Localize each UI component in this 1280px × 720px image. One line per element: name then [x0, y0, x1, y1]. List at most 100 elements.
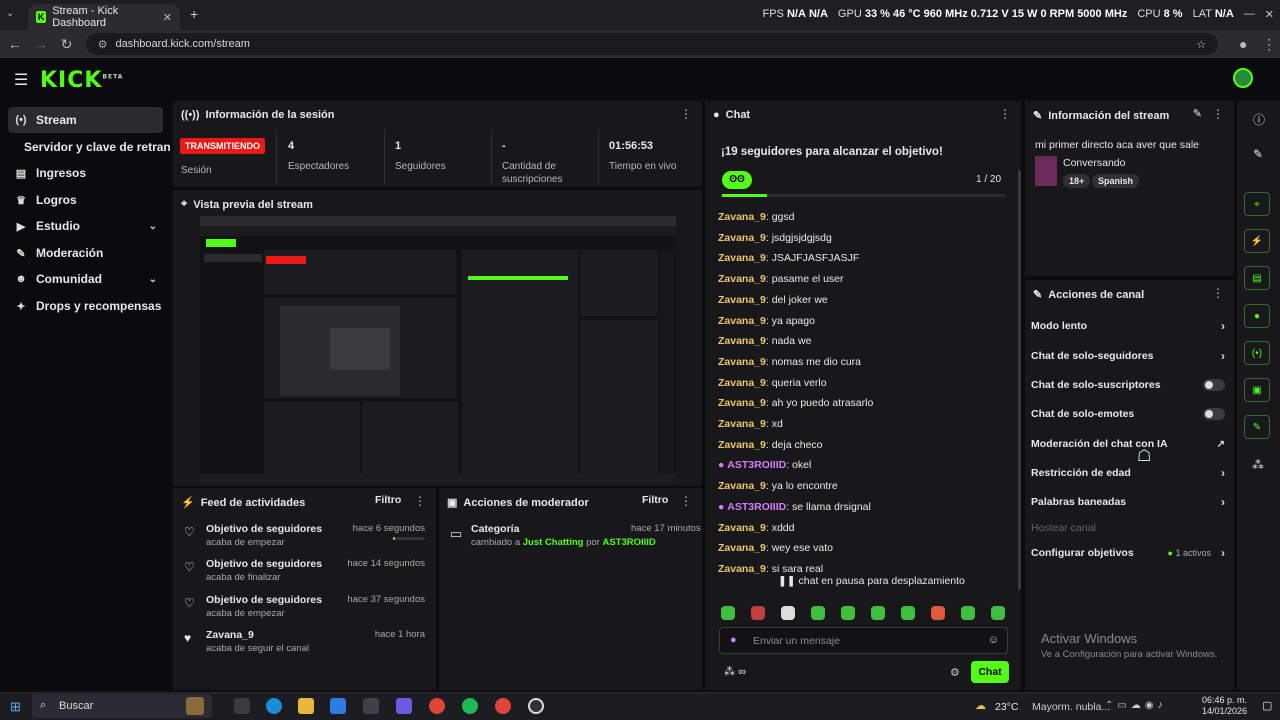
chat-username[interactable]: Zavana_9: [718, 439, 766, 451]
chat-settings-gear-icon[interactable]: ⚙: [950, 666, 960, 679]
chat-username[interactable]: Zavana_9: [718, 294, 766, 306]
url-field[interactable]: ⚙ dashboard.kick.com/stream ☆: [85, 33, 1219, 55]
app-icon[interactable]: [396, 698, 412, 714]
action-banned-words[interactable]: Palabras baneadas ›: [1031, 491, 1227, 513]
rail-layout-icon[interactable]: ▣: [1244, 378, 1270, 402]
rail-chat-icon[interactable]: ●: [1244, 304, 1270, 328]
sidebar-item-estudio[interactable]: ▶ Estudio ⌄: [8, 213, 163, 239]
store-icon[interactable]: [363, 698, 379, 714]
spotify-icon[interactable]: [462, 698, 478, 714]
emotes-only-toggle[interactable]: [1203, 408, 1225, 420]
sidebar-item-stream[interactable]: (•) Stream: [8, 107, 163, 133]
taskbar-clock[interactable]: 06:46 p. m. 14/01/2026: [1202, 695, 1247, 717]
browser-menu-icon[interactable]: ⋮: [1258, 33, 1280, 55]
chat-username[interactable]: Zavana_9: [718, 211, 766, 223]
rail-document-icon[interactable]: ▤: [1244, 266, 1270, 290]
rail-broadcast-icon[interactable]: (•): [1244, 341, 1270, 365]
edit-pencil-icon[interactable]: ✎: [1193, 107, 1202, 120]
chat-username[interactable]: Zavana_9: [718, 252, 766, 264]
site-info-icon[interactable]: ⚙: [98, 38, 108, 51]
emote-icon[interactable]: [781, 606, 795, 620]
chat-username[interactable]: Zavana_9: [718, 418, 766, 430]
more-options-icon[interactable]: ⋮: [1212, 286, 1224, 300]
more-options-icon[interactable]: ⋮: [414, 494, 426, 508]
chat-username[interactable]: Zavana_9: [718, 335, 766, 347]
chat-username[interactable]: Zavana_9: [718, 273, 766, 285]
chat-username[interactable]: Zavana_9: [718, 315, 766, 327]
chat-username[interactable]: AST3ROIIID: [727, 459, 786, 471]
emote-icon[interactable]: [871, 606, 885, 620]
emote-icon[interactable]: [721, 606, 735, 620]
file-explorer-icon[interactable]: [298, 698, 314, 714]
system-tray-icons[interactable]: ⌃▭☁◉♪: [1105, 700, 1167, 711]
chrome-active-icon[interactable]: [495, 698, 511, 714]
chrome-icon[interactable]: [429, 698, 445, 714]
taskbar-search[interactable]: ⌕ Buscar: [32, 694, 212, 718]
emoji-picker-icon[interactable]: ☺: [988, 634, 999, 646]
emote-icon[interactable]: [961, 606, 975, 620]
chat-username[interactable]: AST3ROIIID: [727, 501, 786, 513]
mail-icon[interactable]: [330, 698, 346, 714]
edit-pencil-icon[interactable]: ✎: [1253, 147, 1263, 161]
window-close-icon[interactable]: ✕: [1265, 8, 1274, 21]
more-options-icon[interactable]: ⋮: [1212, 107, 1224, 121]
action-emotes-only[interactable]: Chat de solo-emotes: [1031, 403, 1227, 425]
chat-username[interactable]: Zavana_9: [718, 232, 766, 244]
user-avatar[interactable]: [1233, 68, 1253, 88]
tab-list-chevron-icon[interactable]: ⌄: [6, 8, 14, 19]
action-ai-moderation[interactable]: Moderación del chat con IA ↗: [1031, 433, 1227, 455]
browser-tab[interactable]: K Stream - Kick Dashboard ✕: [28, 4, 180, 30]
edge-icon[interactable]: [266, 698, 282, 714]
action-followers-only[interactable]: Chat de solo-seguidores ›: [1031, 345, 1227, 367]
sidebar-item-ingresos[interactable]: ▤ Ingresos: [8, 160, 163, 186]
more-options-icon[interactable]: ⋮: [680, 107, 692, 121]
chat-username[interactable]: Zavana_9: [718, 563, 766, 575]
sidebar-item-server-key[interactable]: Servidor y clave de retransm: [18, 134, 170, 160]
new-tab-icon[interactable]: +: [190, 6, 198, 22]
sidebar-item-moderacion[interactable]: ✎ Moderación: [8, 240, 163, 266]
chat-username[interactable]: Zavana_9: [718, 522, 766, 534]
chat-username[interactable]: Zavana_9: [718, 480, 766, 492]
info-icon[interactable]: ⓘ: [1253, 111, 1265, 128]
emote-icon[interactable]: [931, 606, 945, 620]
forward-icon[interactable]: →: [30, 33, 52, 55]
more-options-icon[interactable]: ⋮: [999, 107, 1011, 121]
windows-start-icon[interactable]: ⊞: [10, 699, 21, 715]
chat-username[interactable]: Zavana_9: [718, 377, 766, 389]
chat-send-button[interactable]: Chat: [971, 661, 1009, 683]
action-age-restriction[interactable]: Restricción de edad ›: [1031, 462, 1227, 484]
profile-icon[interactable]: ●: [1232, 33, 1254, 55]
task-view-icon[interactable]: [234, 698, 250, 714]
window-minimize-icon[interactable]: —: [1244, 8, 1255, 21]
rail-target-icon[interactable]: ⌖: [1244, 192, 1270, 216]
chat-username[interactable]: Zavana_9: [718, 397, 766, 409]
chat-scrollbar[interactable]: [1018, 170, 1021, 590]
action-configure-goals[interactable]: Configurar objetivos ● 1 activos ›: [1031, 542, 1227, 564]
action-slow-mode[interactable]: Modo lento ›: [1031, 315, 1227, 337]
rail-lightning-icon[interactable]: ⚡: [1244, 229, 1270, 253]
chat-username[interactable]: Zavana_9: [718, 356, 766, 368]
emote-icon[interactable]: [991, 606, 1005, 620]
notifications-icon[interactable]: ▢: [1262, 699, 1272, 712]
sidebar-item-comunidad[interactable]: ☻ Comunidad ⌄: [8, 266, 163, 292]
chat-username[interactable]: Zavana_9: [718, 542, 766, 554]
feed-filter-button[interactable]: Filtro: [375, 494, 401, 506]
channel-points[interactable]: ⁂ ∞: [724, 665, 746, 678]
sidebar-item-logros[interactable]: ♛ Logros: [8, 187, 163, 213]
more-options-icon[interactable]: ⋮: [680, 494, 692, 508]
back-icon[interactable]: ←: [4, 33, 26, 55]
emote-icon[interactable]: [811, 606, 825, 620]
tab-close-icon[interactable]: ✕: [163, 11, 172, 24]
rail-wrench-icon[interactable]: ✎: [1244, 415, 1270, 439]
chat-paused-notice[interactable]: ❚❚ chat en pausa para desplazamiento: [770, 573, 973, 589]
mod-filter-button[interactable]: Filtro: [642, 494, 668, 506]
subscribers-only-toggle[interactable]: [1203, 379, 1225, 391]
rail-points-icon[interactable]: ⁂: [1252, 458, 1264, 472]
hamburger-menu-icon[interactable]: ☰: [14, 70, 28, 90]
kick-logo[interactable]: KICKBETA: [40, 68, 123, 93]
sidebar-item-drops[interactable]: ✦ Drops y recompensas: [8, 293, 163, 319]
stream-preview-video[interactable]: [200, 216, 676, 484]
emote-icon[interactable]: [841, 606, 855, 620]
reload-icon[interactable]: ↻: [56, 33, 78, 55]
bookmark-star-icon[interactable]: ☆: [1196, 38, 1206, 51]
